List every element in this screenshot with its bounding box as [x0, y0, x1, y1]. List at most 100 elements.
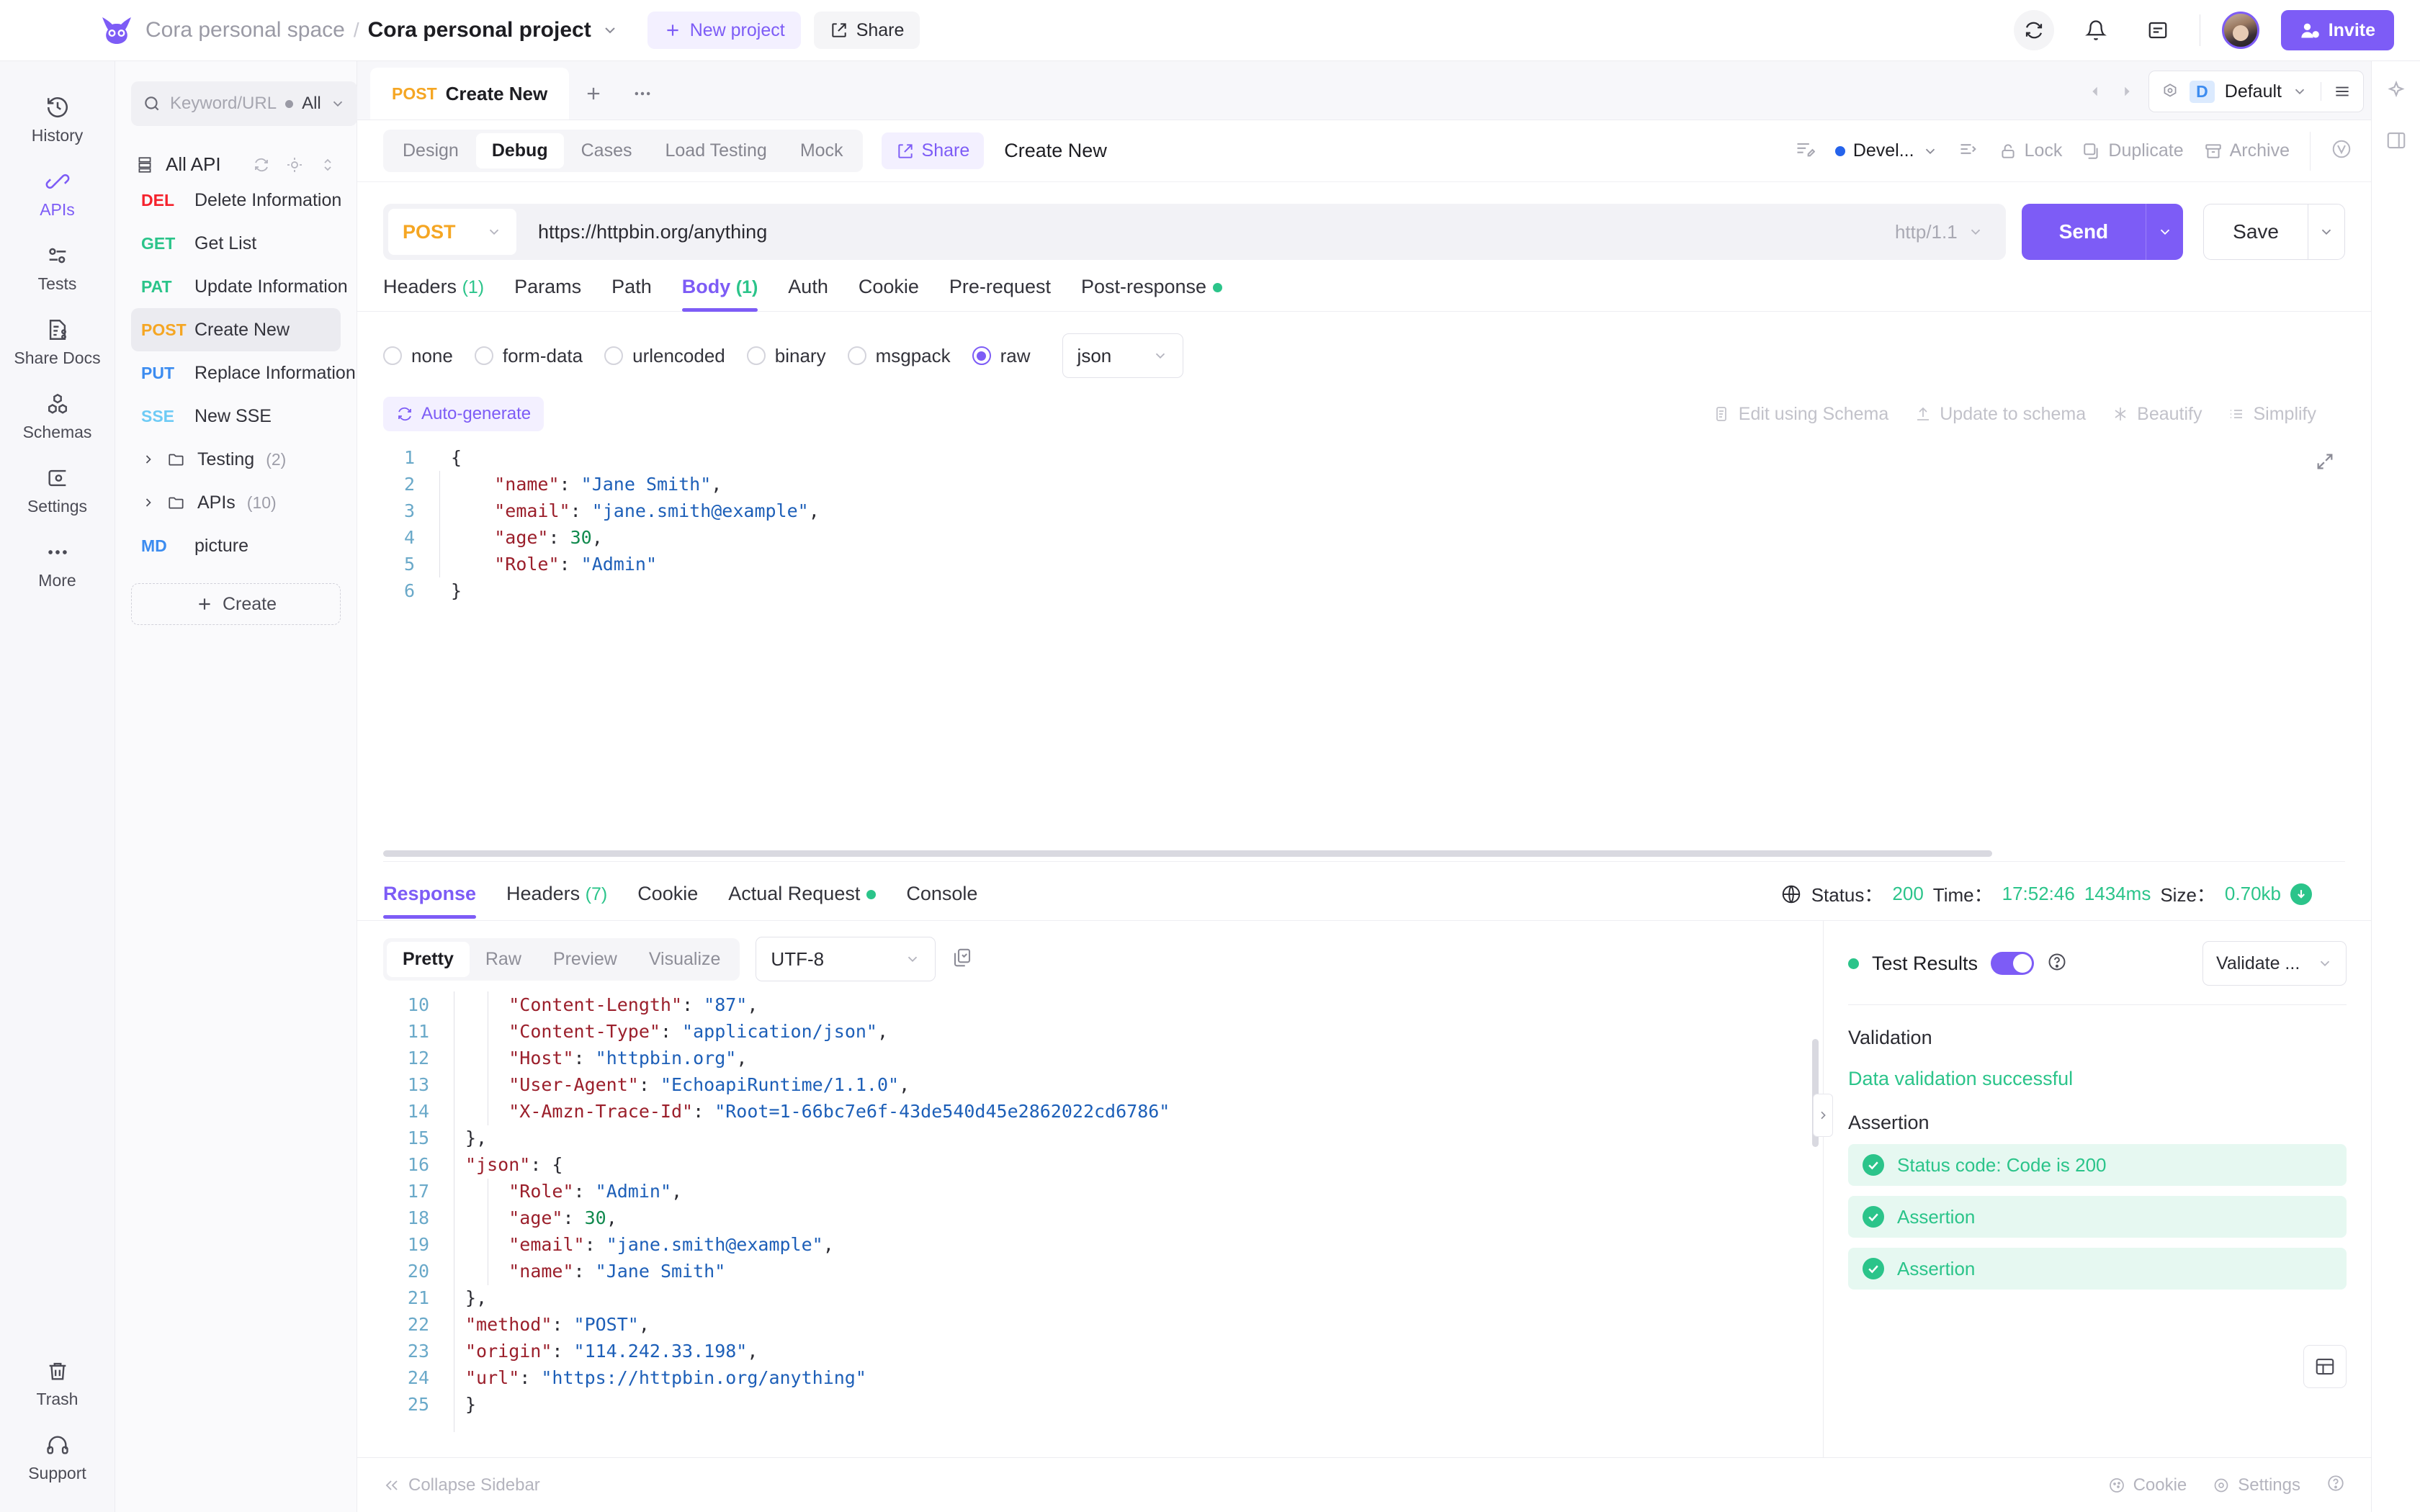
invite-button[interactable]: Invite [2280, 10, 2394, 50]
tab-cookie[interactable]: Cookie [859, 276, 919, 311]
filter-label[interactable]: All [302, 94, 321, 114]
body-type-urlencoded[interactable]: urlencoded [604, 345, 725, 367]
code-line[interactable]: "email": "jane.smith@example", [465, 1231, 1823, 1258]
chevron-down-icon[interactable] [601, 22, 619, 39]
lock-button[interactable]: Lock [1999, 140, 2062, 161]
body-type-binary[interactable]: binary [746, 345, 826, 367]
response-code[interactable]: 10 11 12 13 14 15 16 17 18 19 20 21 22 23 24 25 "Conten… [383, 991, 1823, 1457]
editor-horizontal-scrollbar[interactable] [383, 850, 2345, 857]
all-api-header[interactable]: All API [131, 150, 341, 179]
document-tab-create-new[interactable]: POST Create New [370, 68, 570, 120]
simplify-button[interactable]: Simplify [2228, 404, 2316, 425]
tab-console[interactable]: Console [906, 883, 977, 918]
rail-item-support[interactable]: Support [0, 1419, 115, 1493]
breadcrumb-space[interactable]: Cora personal space [145, 18, 345, 42]
response-vertical-scrollbar[interactable] [1812, 996, 1819, 1428]
tab-debug[interactable]: Debug [475, 133, 564, 168]
test-results-toggle[interactable] [1991, 952, 2035, 975]
panel-layout-icon[interactable] [2385, 130, 2407, 155]
code-line[interactable]: } [465, 1391, 1823, 1418]
tab-next-button[interactable] [2111, 73, 2143, 109]
code-line[interactable]: "method": "POST", [465, 1311, 1823, 1338]
help-icon[interactable] [2047, 952, 2067, 976]
search-input[interactable]: Keyword/URL All [131, 81, 357, 126]
code-line[interactable]: }, [465, 1284, 1823, 1311]
archive-button[interactable]: Archive [2204, 140, 2290, 161]
notifications-bell-icon[interactable] [2076, 10, 2116, 50]
tab-params[interactable]: Params [514, 276, 581, 311]
format-tab-visualize[interactable]: Visualize [633, 942, 737, 977]
save-options-button[interactable] [2308, 204, 2345, 260]
new-tab-button[interactable] [569, 68, 618, 120]
indent-icon[interactable] [1958, 139, 1978, 163]
send-options-button[interactable] [2146, 204, 2184, 260]
code-line[interactable]: } [451, 577, 2345, 604]
chevron-right-icon[interactable] [141, 452, 156, 467]
tab-cases[interactable]: Cases [565, 133, 648, 168]
list-item[interactable]: PAT Update Information [131, 265, 348, 308]
list-item[interactable]: PUT Replace Information [131, 351, 356, 395]
rail-item-tests[interactable]: Tests [0, 230, 115, 304]
cookie-button[interactable]: Cookie [2108, 1475, 2187, 1495]
tab-auth[interactable]: Auth [788, 276, 828, 311]
code-line[interactable]: "User-Agent": "EchoapiRuntime/1.1.0", [465, 1071, 1823, 1098]
help-icon[interactable] [2326, 1474, 2345, 1496]
send-button[interactable]: Send [2021, 204, 2146, 260]
tab-overflow-button[interactable] [618, 68, 667, 120]
http-version-selector[interactable]: http/1.1 [1895, 221, 2001, 243]
tab-post-response[interactable]: Post-response [1081, 276, 1223, 311]
duplicate-button[interactable]: Duplicate [2082, 140, 2184, 161]
tab-response-headers[interactable]: Headers (7) [506, 883, 607, 918]
http-method-selector[interactable]: POST [388, 209, 516, 255]
save-button[interactable]: Save [2203, 204, 2308, 260]
code-line[interactable]: "Role": "Admin" [451, 551, 2345, 577]
code-line[interactable]: "email": "jane.smith@example", [451, 498, 2345, 524]
code-line[interactable]: "json": { [465, 1151, 1823, 1178]
code-line[interactable]: "name": "Jane Smith", [451, 471, 2345, 498]
collapse-sidebar-button[interactable]: Collapse Sidebar [383, 1475, 540, 1495]
body-format-selector[interactable]: json [1062, 333, 1183, 378]
download-icon[interactable] [2290, 883, 2312, 905]
url-input[interactable]: https://httpbin.org/anything [538, 221, 1895, 243]
validate-selector[interactable]: Validate ... [2202, 941, 2347, 986]
code-line[interactable]: "Role": "Admin", [465, 1178, 1823, 1205]
body-type-raw[interactable]: raw [972, 345, 1031, 367]
list-item[interactable]: DEL Delete Information [131, 179, 341, 222]
avatar[interactable] [2221, 12, 2259, 49]
list-item[interactable]: MD picture [131, 524, 341, 567]
rail-item-history[interactable]: History [0, 81, 115, 156]
encoding-selector[interactable]: UTF-8 [756, 937, 936, 981]
layout-toggle-button[interactable] [2303, 1345, 2347, 1388]
code-line[interactable]: "X-Amzn-Trace-Id": "Root=1-66bc7e6f-43de… [465, 1098, 1823, 1125]
tab-response-cookie[interactable]: Cookie [637, 883, 698, 918]
environment-menu-button[interactable] [2321, 82, 2352, 101]
request-body-editor[interactable]: 1 2 3 4 5 6 { "name": "Jane Smith", "email": … [383, 444, 2345, 862]
tab-body[interactable]: Body (1) [681, 276, 758, 312]
request-status-selector[interactable]: Devel... [1834, 140, 1938, 161]
share-request-button[interactable]: Share [881, 132, 985, 169]
rail-item-more[interactable]: More [0, 526, 115, 600]
expand-editor-icon[interactable] [2315, 451, 2335, 475]
code-line[interactable]: "age": 30, [465, 1205, 1823, 1231]
code-line[interactable]: "Content-Type": "application/json", [465, 1018, 1823, 1045]
tab-pre-request[interactable]: Pre-request [949, 276, 1051, 311]
code-line[interactable]: "url": "https://httpbin.org/anything" [465, 1364, 1823, 1391]
tab-actual-request[interactable]: Actual Request [728, 883, 877, 918]
list-item[interactable]: SSE New SSE [131, 395, 341, 438]
rail-item-schemas[interactable]: Schemas [0, 378, 115, 452]
rail-item-trash[interactable]: Trash [0, 1345, 115, 1419]
beautify-button[interactable]: Beautify [2112, 404, 2202, 425]
auto-generate-button[interactable]: Auto-generate [383, 397, 544, 431]
rail-item-settings[interactable]: Settings [0, 452, 115, 526]
docs-icon[interactable] [2138, 10, 2178, 50]
refresh-icon[interactable] [253, 156, 270, 174]
sync-icon[interactable] [2013, 10, 2054, 50]
scrollbar-thumb[interactable] [383, 850, 1992, 857]
chevron-right-icon[interactable] [141, 495, 156, 510]
copy-response-icon[interactable] [951, 947, 973, 972]
tab-prev-button[interactable] [2079, 73, 2111, 109]
body-type-msgpack[interactable]: msgpack [847, 345, 951, 367]
folder-item-testing[interactable]: Testing (2) [131, 438, 341, 481]
rail-item-apis[interactable]: APIs [0, 156, 115, 230]
format-tab-pretty[interactable]: Pretty [387, 941, 470, 977]
